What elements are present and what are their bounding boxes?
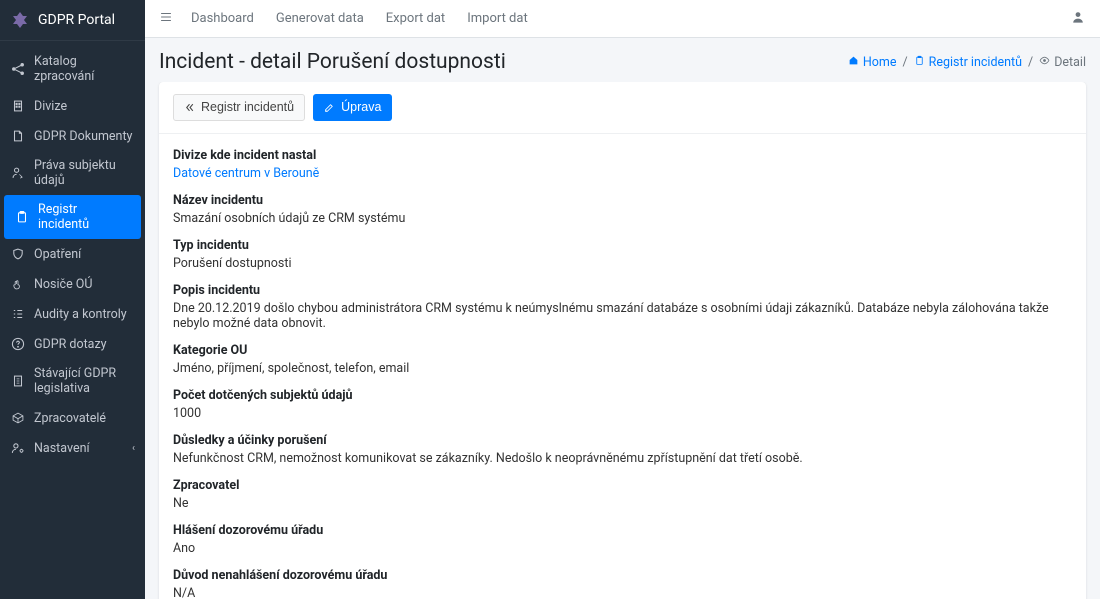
field-division: Divize kde incident nastal Datové centru… [173, 148, 1072, 181]
user-menu-icon[interactable] [1070, 9, 1086, 29]
breadcrumb-home[interactable]: Home [848, 55, 897, 70]
sidebar-item-building[interactable]: Divize [0, 91, 145, 121]
question-icon [10, 336, 26, 352]
breadcrumb-registry[interactable]: Registr incidentů [914, 55, 1022, 70]
sidebar-item-shield[interactable]: Opatření [0, 239, 145, 269]
field-category: Kategorie OU Jméno, příjmení, společnost… [173, 343, 1072, 376]
topnav-link[interactable]: Export dat [386, 11, 445, 26]
field-reason: Důvod nenahlášení dozorovému úřadu N/A [173, 568, 1072, 599]
field-processor: Zpracovatel Ne [173, 478, 1072, 511]
sidebar-item-label: Práva subjektu údajů [34, 158, 135, 188]
field-report: Hlášení dozorovému úřadu Ano [173, 523, 1072, 556]
division-link[interactable]: Datové centrum v Berouně [173, 166, 1072, 181]
page-title: Incident - detail Porušení dostupnosti [159, 50, 506, 74]
shield-icon [10, 246, 26, 262]
topnav-link[interactable]: Import dat [467, 11, 528, 26]
sidebar-item-clipboard[interactable]: Registr incidentů [4, 195, 141, 239]
breadcrumb-current: Detail [1039, 55, 1086, 70]
sidebar-item-users-cog[interactable]: Nastavení ‹ [0, 433, 145, 463]
sidebar-item-box[interactable]: Zpracovatelé [0, 403, 145, 433]
content: Registr incidentů Úprava Divize kde inci… [145, 82, 1100, 599]
topbar: Dashboard Generovat data Export dat Import … [145, 0, 1100, 38]
sidebar-item-label: GDPR Dokumenty [34, 129, 132, 144]
users-cog-icon [10, 440, 26, 456]
sidebar-item-law[interactable]: Stávající GDPR legislativa [0, 359, 145, 403]
field-effects: Důsledky a účinky porušení Nefunkčnost C… [173, 433, 1072, 466]
sidebar-item-user-edit[interactable]: Práva subjektu údajů [0, 151, 145, 195]
sidebar-item-label: Zpracovatelé [34, 411, 106, 426]
detail-card: Registr incidentů Úprava Divize kde inci… [159, 82, 1086, 599]
user-edit-icon [10, 165, 26, 181]
sidebar-item-label: Stávající GDPR legislativa [34, 366, 135, 396]
chevron-left-icon: ‹ [132, 443, 135, 454]
sidebar-item-list-check[interactable]: Audity a kontroly [0, 299, 145, 329]
building-icon [10, 98, 26, 114]
field-count: Počet dotčených subjektů údajů 1000 [173, 388, 1072, 421]
topnav: Dashboard Generovat data Export dat Import … [191, 11, 528, 26]
menu-toggle-icon[interactable] [159, 10, 173, 28]
sidebar-item-label: Opatření [34, 247, 81, 262]
breadcrumb-sep: / [902, 55, 907, 70]
main: Dashboard Generovat data Export dat Import … [145, 0, 1100, 599]
content-header: Incident - detail Porušení dostupnosti H… [145, 38, 1100, 82]
share-icon [10, 61, 26, 77]
box-icon [10, 410, 26, 426]
brand-logo-icon [10, 10, 30, 30]
topnav-link[interactable]: Generovat data [276, 11, 364, 26]
clipboard-icon [14, 209, 30, 225]
doc-icon [10, 128, 26, 144]
breadcrumb-sep: / [1028, 55, 1033, 70]
sidebar-item-label: Katalog zpracování [34, 54, 135, 84]
sidebar-item-hand[interactable]: Nosiče OÚ [0, 269, 145, 299]
sidebar-item-doc[interactable]: GDPR Dokumenty [0, 121, 145, 151]
topnav-link[interactable]: Dashboard [191, 11, 254, 26]
breadcrumb: Home / Registr incidentů / Detail [848, 55, 1086, 70]
brand[interactable]: GDPR Portal [0, 0, 145, 41]
card-header: Registr incidentů Úprava [159, 82, 1086, 134]
sidebar-item-label: GDPR dotazy [34, 337, 107, 352]
sidebar-item-share[interactable]: Katalog zpracování [0, 47, 145, 91]
sidebar-item-label: Divize [34, 99, 67, 114]
sidebar-nav: Katalog zpracování Divize GDPR Dokumenty Pr… [0, 41, 145, 469]
field-type: Typ incidentu Porušení dostupnosti [173, 238, 1072, 271]
brand-title: GDPR Portal [38, 12, 115, 28]
sidebar-item-label: Audity a kontroly [34, 307, 127, 322]
sidebar-item-label: Nosiče OÚ [34, 277, 93, 292]
field-description: Popis incidentu Dne 20.12.2019 došlo chy… [173, 283, 1072, 331]
card-body: Divize kde incident nastal Datové centru… [159, 134, 1086, 599]
hand-icon [10, 276, 26, 292]
back-button[interactable]: Registr incidentů [173, 94, 305, 121]
sidebar: GDPR Portal Katalog zpracování Divize GDPR… [0, 0, 145, 599]
law-icon [10, 373, 26, 389]
list-check-icon [10, 306, 26, 322]
sidebar-item-question[interactable]: GDPR dotazy [0, 329, 145, 359]
sidebar-item-label: Nastavení [34, 441, 90, 456]
field-name: Název incidentu Smazání osobních údajů z… [173, 193, 1072, 226]
sidebar-item-label: Registr incidentů [38, 202, 131, 232]
edit-button[interactable]: Úprava [313, 94, 392, 121]
